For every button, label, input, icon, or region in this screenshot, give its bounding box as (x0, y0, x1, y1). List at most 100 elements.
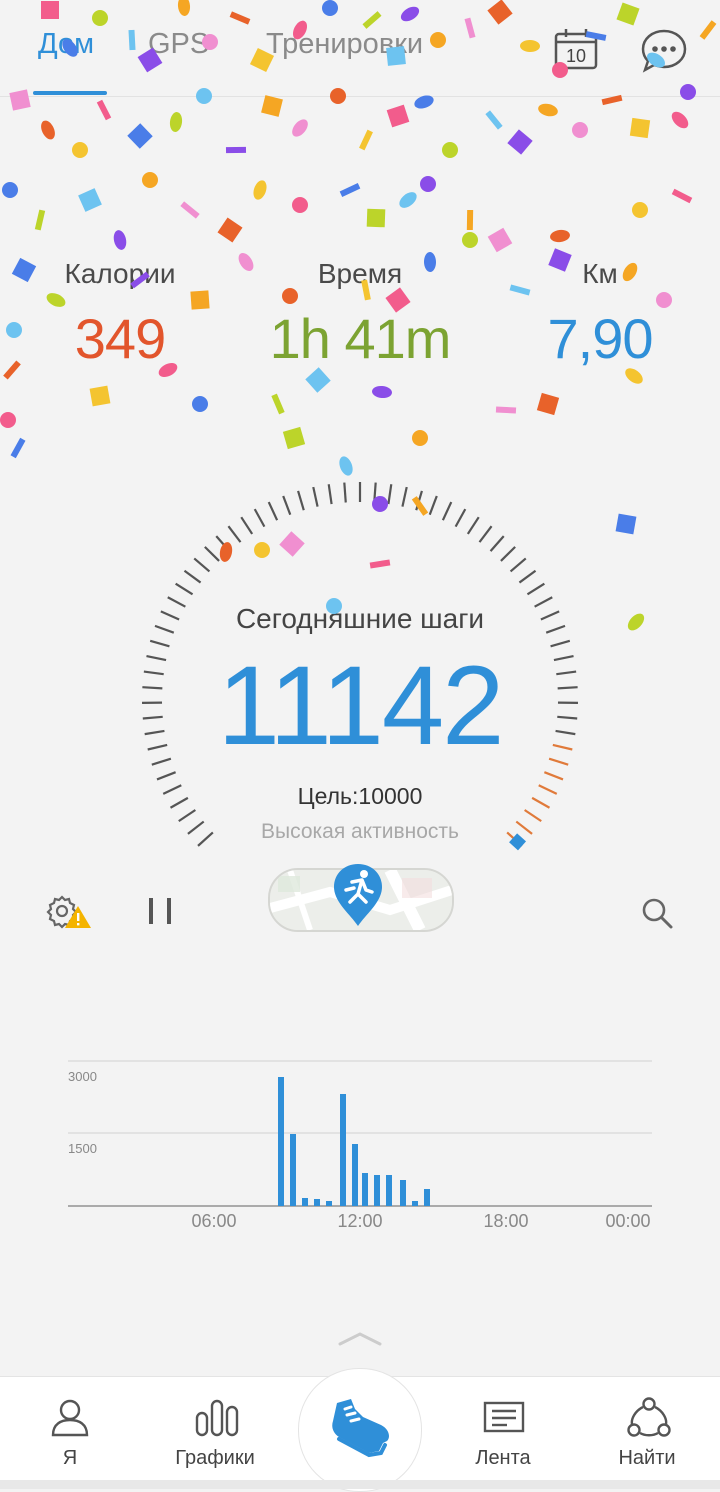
confetti-piece (462, 232, 478, 248)
hourly-bar (424, 1189, 430, 1206)
confetti-piece (38, 118, 57, 141)
nav-me-label: Я (10, 1447, 130, 1470)
confetti-piece (616, 514, 637, 535)
settings-warning-icon[interactable] (46, 894, 92, 930)
person-icon (50, 1397, 90, 1437)
activity-level: Высокая активность (160, 820, 560, 844)
hourly-bar (278, 1077, 284, 1206)
confetti-piece (169, 111, 183, 132)
y-tick-label: 3000 (68, 1069, 97, 1084)
calendar-day: 10 (566, 46, 586, 66)
start-activity-button[interactable] (298, 1368, 422, 1492)
confetti-piece (292, 197, 308, 213)
confetti-piece (283, 427, 305, 449)
shoe-icon (325, 1395, 395, 1465)
confetti-piece (359, 130, 373, 151)
nav-charts-label: Графики (155, 1447, 275, 1470)
tab-home[interactable]: Дом (38, 28, 94, 61)
nav-me[interactable]: Я (10, 1377, 130, 1481)
chat-icon[interactable] (640, 28, 688, 74)
confetti-piece (625, 611, 647, 634)
x-tick-label: 06:00 (191, 1211, 236, 1231)
gauge-tick (557, 717, 577, 719)
gauge-tick (416, 491, 422, 510)
gauge-tick (374, 483, 375, 503)
calories-label: Калории (30, 258, 210, 290)
confetti-piece (0, 412, 16, 428)
confetti-piece (507, 129, 532, 154)
confetti-piece (127, 123, 152, 148)
gauge-tick (269, 502, 277, 520)
confetti-piece (537, 102, 559, 118)
confetti-piece (289, 116, 311, 139)
gauge-tick (430, 496, 437, 515)
hourly-bar (340, 1094, 346, 1206)
tab-gps[interactable]: GPS (148, 28, 209, 61)
y-tick-label: 1500 (68, 1141, 97, 1156)
calories-value: 349 (0, 306, 240, 371)
confetti-piece (180, 201, 199, 218)
hourly-bar (400, 1180, 406, 1206)
confetti-piece (78, 188, 102, 212)
chevron-up-icon[interactable] (336, 1328, 384, 1348)
gauge-tick (551, 641, 570, 646)
gauge-tick (313, 487, 317, 507)
gauge-tick (491, 536, 504, 551)
confetti-piece (337, 455, 355, 478)
nav-feed[interactable]: Лента (443, 1377, 563, 1481)
top-tab-bar: Дом GPS Тренировки 10 (0, 0, 720, 97)
steps-goal: Цель:10000 (160, 783, 560, 810)
gauge-tick (150, 641, 169, 646)
steps-title: Сегодняшние шаги (160, 603, 560, 635)
calendar-icon[interactable]: 10 (554, 28, 598, 70)
bar-chart-icon (195, 1397, 239, 1437)
pause-icon[interactable] (146, 896, 176, 926)
confetti-piece (537, 393, 559, 415)
hourly-bar (290, 1134, 296, 1206)
confetti-piece (496, 406, 516, 413)
gauge-tick (228, 526, 240, 542)
hourly-bar (412, 1201, 418, 1206)
gauge-tick (205, 547, 219, 561)
running-icon[interactable] (332, 862, 384, 928)
hourly-bar (314, 1199, 320, 1206)
hourly-bar (374, 1175, 380, 1206)
gauge-tick (194, 558, 209, 571)
confetti-piece (549, 229, 570, 243)
confetti-piece (35, 210, 45, 231)
confetti-piece (11, 438, 26, 458)
confetti-piece (261, 95, 283, 117)
confetti-piece (412, 430, 428, 446)
confetti-piece (488, 228, 513, 253)
gauge-tick (388, 484, 391, 504)
time-value: 1h 41m (240, 306, 480, 371)
steps-value: 11142 (160, 650, 560, 762)
nav-charts[interactable]: Графики (155, 1377, 275, 1481)
confetti-piece (192, 396, 208, 412)
nav-find[interactable]: Найти (587, 1377, 707, 1481)
gauge-tick (511, 558, 526, 571)
km-value: 7,90 (480, 306, 720, 371)
hourly-bar (352, 1144, 358, 1206)
tab-workouts[interactable]: Тренировки (266, 28, 423, 61)
confetti-piece (387, 105, 410, 128)
confetti-piece (632, 202, 648, 218)
gauge-tick (216, 536, 229, 551)
nav-feed-label: Лента (443, 1447, 563, 1470)
confetti-piece (112, 229, 128, 251)
search-icon[interactable] (640, 896, 674, 930)
km-label: Км (510, 258, 690, 290)
confetti-piece (572, 122, 588, 138)
confetti-piece (672, 189, 693, 203)
gauge-tick (184, 571, 200, 583)
gauge-tick (157, 772, 176, 779)
gauge-tick (527, 584, 544, 595)
gauge-tick (255, 509, 265, 527)
confetti-piece (218, 218, 243, 243)
confetti-piece (282, 288, 298, 304)
gauge-tick (241, 517, 252, 534)
gauge-tick (544, 772, 563, 779)
confetti-piece (340, 183, 361, 197)
confetti-piece (485, 110, 502, 129)
gauge-tick (298, 491, 304, 510)
